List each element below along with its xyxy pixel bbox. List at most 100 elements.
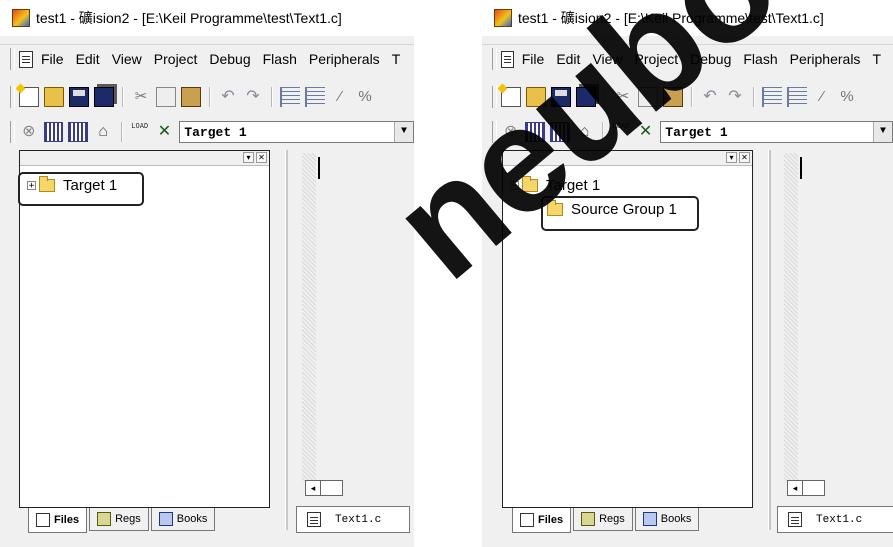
toolbar-grip bbox=[492, 86, 497, 108]
toolbar-separator bbox=[122, 87, 124, 107]
menu-project[interactable]: Project bbox=[635, 49, 679, 69]
outdent-icon[interactable] bbox=[787, 87, 807, 107]
menu-file[interactable]: File bbox=[41, 49, 64, 69]
toolbar-separator bbox=[602, 122, 605, 142]
project-workspace: ▾ ✕ + Target 1 bbox=[18, 150, 270, 508]
menu-file[interactable]: File bbox=[522, 49, 545, 69]
editor-tab[interactable]: Text1.c bbox=[777, 506, 893, 533]
title-bar: test1 - 礦ision2 - [E:\Keil Programme\tes… bbox=[0, 0, 414, 36]
translate-icon[interactable]: ⊗ bbox=[501, 122, 521, 142]
project-workspace: ▾ ✕ − Target 1 Source Group 1 bbox=[502, 150, 753, 508]
target-select[interactable]: Target 1 ▼ bbox=[660, 121, 893, 143]
bookmark-next-icon[interactable]: % bbox=[837, 87, 857, 107]
build-toolbar: ⊗ ⌂ LOAD ✕ Target 1 ▼ bbox=[482, 117, 893, 147]
rebuild-all-icon[interactable] bbox=[550, 122, 570, 142]
target-options-icon[interactable]: ✕ bbox=[636, 122, 656, 142]
scroll-left-button[interactable]: ◂ bbox=[787, 480, 803, 496]
left-screenshot: test1 - 礦ision2 - [E:\Keil Programme\tes… bbox=[0, 0, 414, 547]
menu-debug[interactable]: Debug bbox=[690, 49, 731, 69]
target-options-icon[interactable]: ✕ bbox=[155, 122, 175, 142]
indent-icon[interactable] bbox=[762, 87, 782, 107]
right-screenshot: test1 - 礦ision2 - [E:\Keil Programme\tes… bbox=[482, 0, 893, 547]
workspace-dock-button[interactable]: ▾ bbox=[243, 152, 254, 163]
scroll-left-button[interactable]: ◂ bbox=[305, 480, 321, 496]
uvision-app-icon bbox=[494, 9, 512, 27]
tab-regs[interactable]: Regs bbox=[573, 508, 633, 531]
save-all-icon[interactable] bbox=[94, 87, 114, 107]
workspace-close-button[interactable]: ✕ bbox=[739, 152, 750, 163]
outdent-icon[interactable] bbox=[305, 87, 325, 107]
menu-view[interactable]: View bbox=[112, 49, 142, 69]
horizontal-scrollbar[interactable] bbox=[321, 480, 343, 496]
new-file-icon[interactable] bbox=[501, 87, 521, 107]
tree-item-target[interactable]: − Target 1 bbox=[510, 176, 601, 194]
document-icon bbox=[500, 50, 514, 68]
menu-peripherals[interactable]: Peripherals bbox=[790, 49, 861, 69]
menu-tools[interactable]: T bbox=[872, 49, 881, 69]
build-target-icon[interactable] bbox=[525, 122, 546, 142]
save-all-icon[interactable] bbox=[576, 87, 596, 107]
build-target-icon[interactable] bbox=[43, 122, 64, 142]
paste-icon[interactable] bbox=[181, 87, 201, 107]
undo-icon[interactable]: ↶ bbox=[700, 87, 720, 107]
save-icon[interactable] bbox=[551, 87, 571, 107]
bookmark-next-icon[interactable]: % bbox=[355, 87, 375, 107]
tab-books[interactable]: Books bbox=[150, 508, 216, 531]
document-icon bbox=[307, 512, 321, 527]
document-icon bbox=[19, 50, 33, 68]
tab-books[interactable]: Books bbox=[634, 508, 700, 531]
menu-flash[interactable]: Flash bbox=[743, 49, 777, 69]
target-select[interactable]: Target 1 ▼ bbox=[179, 121, 414, 143]
text-caret bbox=[318, 157, 320, 179]
target-select-value: Target 1 bbox=[665, 124, 728, 140]
menu-view[interactable]: View bbox=[592, 49, 622, 69]
chevron-down-icon[interactable]: ▼ bbox=[394, 122, 414, 142]
splitter[interactable] bbox=[285, 150, 288, 530]
document-icon bbox=[788, 512, 802, 527]
paste-icon[interactable] bbox=[663, 87, 683, 107]
redo-icon[interactable]: ↷ bbox=[725, 87, 745, 107]
tab-files[interactable]: Files bbox=[512, 508, 572, 533]
stop-build-icon[interactable]: ⌂ bbox=[93, 122, 113, 142]
horizontal-scrollbar[interactable] bbox=[803, 480, 825, 496]
workspace-header: ▾ ✕ bbox=[20, 151, 269, 166]
tree-item-label: Target 1 bbox=[546, 177, 601, 194]
bookmark-icon[interactable]: ⁄ bbox=[812, 87, 832, 107]
menu-tools[interactable]: T bbox=[392, 49, 401, 69]
menu-debug[interactable]: Debug bbox=[209, 49, 250, 69]
folder-icon bbox=[522, 176, 538, 192]
bookmark-icon[interactable]: ⁄ bbox=[330, 87, 350, 107]
regs-icon bbox=[97, 512, 112, 526]
workspace-close-button[interactable]: ✕ bbox=[256, 152, 267, 163]
editor-tab[interactable]: Text1.c bbox=[296, 506, 410, 533]
cut-icon[interactable]: ✂ bbox=[613, 87, 633, 107]
window-title: test1 - 礦ision2 - [E:\Keil Programme\tes… bbox=[518, 10, 824, 26]
tab-regs[interactable]: Regs bbox=[89, 508, 149, 531]
open-file-icon[interactable] bbox=[44, 87, 64, 107]
splitter[interactable] bbox=[768, 150, 771, 530]
copy-icon[interactable] bbox=[638, 87, 658, 107]
menu-flash[interactable]: Flash bbox=[263, 49, 297, 69]
chevron-down-icon[interactable]: ▼ bbox=[873, 122, 893, 142]
indent-icon[interactable] bbox=[280, 87, 300, 107]
books-icon bbox=[158, 512, 173, 526]
redo-icon[interactable]: ↷ bbox=[243, 87, 263, 107]
undo-icon[interactable]: ↶ bbox=[218, 87, 238, 107]
menu-peripherals[interactable]: Peripherals bbox=[309, 49, 380, 69]
menu-edit[interactable]: Edit bbox=[76, 49, 100, 69]
collapse-toggle-icon[interactable]: − bbox=[510, 181, 519, 191]
workspace-dock-button[interactable]: ▾ bbox=[726, 152, 737, 163]
save-icon[interactable] bbox=[69, 87, 89, 107]
tab-files[interactable]: Files bbox=[28, 508, 88, 533]
stop-build-icon[interactable]: ⌂ bbox=[575, 122, 595, 142]
load-icon[interactable]: LOAD bbox=[130, 122, 150, 142]
load-icon[interactable]: LOAD bbox=[611, 122, 631, 142]
copy-icon[interactable] bbox=[156, 87, 176, 107]
open-file-icon[interactable] bbox=[526, 87, 546, 107]
new-file-icon[interactable] bbox=[19, 87, 39, 107]
rebuild-all-icon[interactable] bbox=[68, 122, 89, 142]
menu-edit[interactable]: Edit bbox=[556, 49, 580, 69]
menu-project[interactable]: Project bbox=[154, 49, 198, 69]
cut-icon[interactable]: ✂ bbox=[131, 87, 151, 107]
translate-icon[interactable]: ⊗ bbox=[19, 122, 39, 142]
